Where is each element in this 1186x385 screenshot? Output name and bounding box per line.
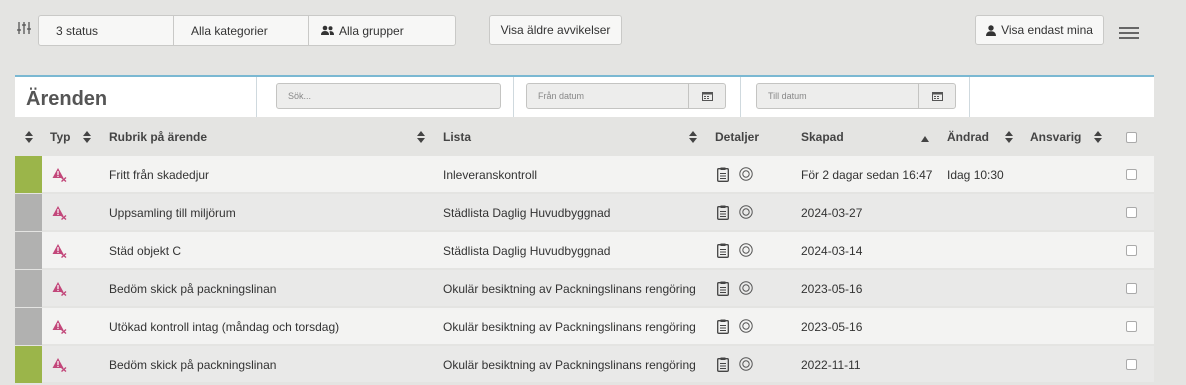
table-header: Typ Rubrik på ärende Lista Detaljer Skap… [15,118,1154,156]
view-circle-icon[interactable] [739,243,753,257]
case-title[interactable]: Bedöm skick på packningslinan [109,282,276,296]
table-row[interactable]: Städ objekt C Städlista Daglig Huvudbygg… [15,232,1154,269]
table-row[interactable]: Bedöm skick på packningslinan Okulär bes… [15,346,1154,383]
table-row[interactable]: Uppsamling till miljörum Städlista Dagli… [15,194,1154,231]
column-type[interactable]: Typ [50,130,70,144]
show-only-mine-label: Visa endast mina [1001,23,1093,37]
clipboard-icon[interactable] [717,357,729,372]
case-created: 2023-05-16 [801,282,863,296]
clipboard-icon[interactable] [717,281,729,296]
row-checkbox[interactable] [1126,283,1137,294]
column-list[interactable]: Lista [443,130,471,144]
case-created: 2023-05-16 [801,320,863,334]
show-only-mine-button[interactable]: Visa endast mina [975,15,1104,45]
clipboard-icon[interactable] [717,167,729,182]
case-title[interactable]: Utökad kontroll intag (måndag och torsda… [109,320,339,334]
case-title[interactable]: Uppsamling till miljörum [109,206,236,220]
calendar-icon [701,92,713,101]
group-filter-button[interactable]: Alla grupper [309,16,455,45]
search-input[interactable]: Sök... [276,83,501,109]
sort-icon[interactable] [1094,131,1102,143]
calendar-icon [931,92,943,101]
from-date-calendar-button[interactable] [688,83,726,109]
sort-icon[interactable] [1005,131,1013,143]
case-created: 2022-11-11 [801,358,861,372]
hamburger-menu-icon[interactable] [1119,26,1139,40]
sort-icon[interactable] [25,131,33,143]
from-date-input[interactable]: Från datum [526,83,689,109]
row-checkbox[interactable] [1126,359,1137,370]
page-title: Ärenden [26,88,108,110]
cases-header-panel: Ärenden Sök... Från datum Till datum [15,75,1154,117]
status-indicator [15,194,42,231]
warning-triangle-x-icon [52,320,67,334]
status-indicator [15,232,42,269]
sort-icon[interactable] [417,131,425,143]
sort-icon[interactable] [83,131,91,143]
sort-icon[interactable] [689,131,697,143]
column-details: Detaljer [715,130,760,144]
case-title[interactable]: Bedöm skick på packningslinan [109,358,276,372]
case-list: Inleveranskontroll [443,168,538,182]
status-indicator [15,156,42,193]
divider [740,77,741,117]
row-checkbox[interactable] [1126,245,1137,256]
category-filter-label: Alla kategorier [191,23,268,38]
table-row[interactable]: Fritt från skadedjur Inleveranskontroll … [15,156,1154,193]
warning-triangle-x-icon [52,282,67,296]
column-responsible[interactable]: Ansvarig [1030,130,1081,144]
case-list: Okulär besiktning av Packningslinans ren… [443,320,696,334]
view-circle-icon[interactable] [739,205,753,219]
category-filter-button[interactable]: Alla kategorier [174,16,309,45]
clipboard-icon[interactable] [717,205,729,220]
table-row[interactable]: Bedöm skick på packningslinan Okulär bes… [15,270,1154,307]
case-title[interactable]: Städ objekt C [109,244,181,258]
case-created: 2024-03-27 [801,206,863,220]
case-list: Städlista Daglig Huvudbyggnad [443,206,611,220]
status-indicator [15,270,42,307]
column-title[interactable]: Rubrik på ärende [109,130,207,144]
warning-triangle-x-icon [52,244,67,258]
status-indicator [15,308,42,345]
view-circle-icon[interactable] [739,281,753,295]
divider [256,77,257,117]
sort-ascending-icon[interactable] [921,133,929,145]
user-icon [986,24,997,36]
case-list: Städlista Daglig Huvudbyggnad [443,244,611,258]
case-created: 2024-03-14 [801,244,863,258]
view-circle-icon[interactable] [739,357,753,371]
row-checkbox[interactable] [1126,321,1137,332]
group-filter-label: Alla grupper [339,23,404,38]
status-filter-button[interactable]: 3 status [39,16,174,45]
view-circle-icon[interactable] [739,319,753,333]
to-date-input[interactable]: Till datum [756,83,919,109]
warning-triangle-x-icon [52,358,67,372]
clipboard-icon[interactable] [717,319,729,334]
view-circle-icon[interactable] [739,167,753,181]
row-checkbox[interactable] [1126,207,1137,218]
case-changed: Idag 10:30 [947,168,1004,182]
column-created[interactable]: Skapad [801,130,844,144]
select-all-checkbox[interactable] [1126,132,1137,143]
column-changed[interactable]: Ändrad [947,130,989,144]
case-created: För 2 dagar sedan 16:47 [801,168,933,182]
clipboard-icon[interactable] [717,243,729,258]
status-indicator [15,346,42,383]
case-list: Okulär besiktning av Packningslinans ren… [443,358,696,372]
row-checkbox[interactable] [1126,169,1137,180]
divider [513,77,514,117]
warning-triangle-x-icon [52,206,67,220]
case-list: Okulär besiktning av Packningslinans ren… [443,282,696,296]
case-title[interactable]: Fritt från skadedjur [109,168,209,182]
divider [969,77,970,117]
status-filter-label: 3 status [56,23,99,38]
show-older-deviations-button[interactable]: Visa äldre avvikelser [489,15,622,45]
warning-triangle-x-icon [52,168,67,182]
show-older-label: Visa äldre avvikelser [500,23,611,37]
filter-sliders-icon[interactable] [17,21,31,35]
to-date-calendar-button[interactable] [918,83,956,109]
filter-group: 3 status Alla kategorier Alla grupper [38,15,456,46]
table-row[interactable]: Utökad kontroll intag (måndag och torsda… [15,308,1154,345]
users-icon [321,25,334,35]
